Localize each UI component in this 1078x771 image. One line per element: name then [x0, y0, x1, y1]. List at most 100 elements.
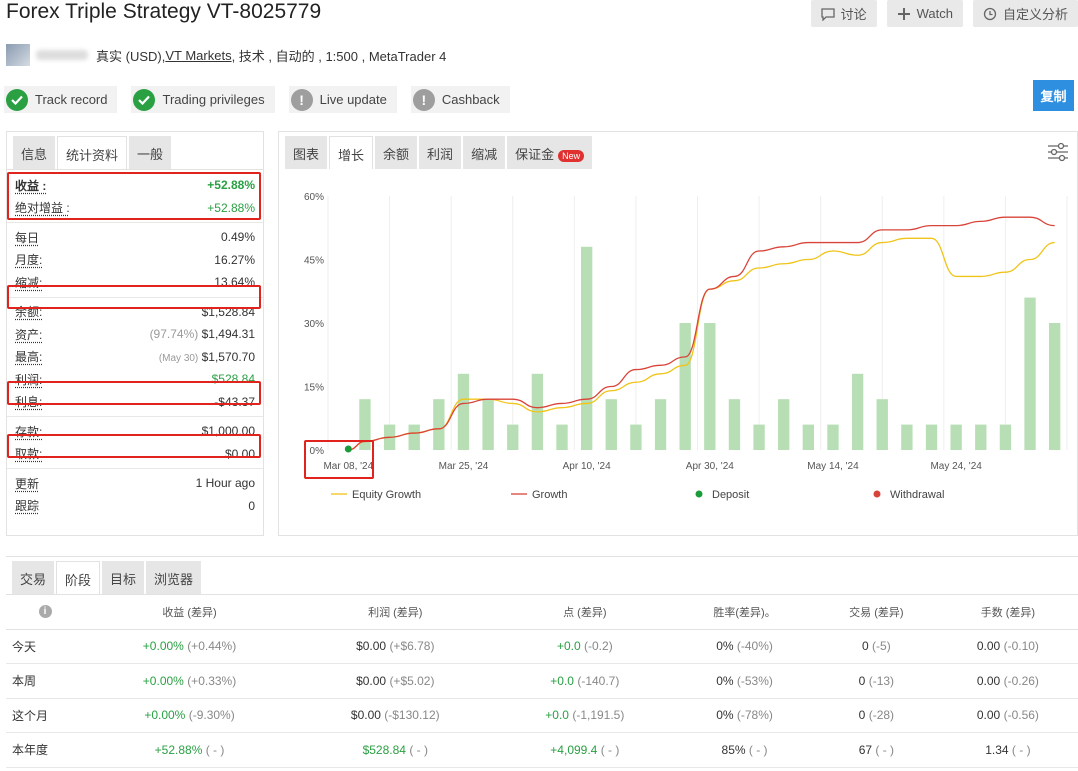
- badge-label: Live update: [319, 92, 387, 107]
- broker-link[interactable]: VT Markets: [165, 48, 231, 63]
- highlight-profit: [7, 381, 261, 405]
- badge-cashback: ! Cashback: [410, 86, 510, 113]
- stat-monthly: 月度: 16.27%: [15, 252, 255, 268]
- tab-browser[interactable]: 浏览器: [146, 561, 202, 594]
- cell-value: 0: [858, 708, 866, 723]
- bar: [778, 399, 790, 450]
- watch-button[interactable]: Watch: [886, 0, 963, 27]
- chart-tabs: 图表 增长 余额 利润 缩减 保证金 New: [279, 132, 1077, 170]
- table-cell: 0% (-40%): [674, 629, 815, 664]
- x-tick-label: Apr 10, '24: [563, 461, 611, 472]
- highlight-gain: [7, 172, 261, 220]
- x-tick-label: Mar 25, '24: [439, 461, 489, 472]
- stats-tabs: 信息 统计资料 一般: [7, 132, 263, 170]
- new-badge: New: [558, 150, 585, 162]
- cell-diff: (-78%): [736, 708, 773, 723]
- cell-value: 0.00: [976, 639, 1001, 654]
- stat-equity: 资产: (97.74%) $1,494.31: [15, 327, 255, 342]
- cell-diff: ( - ): [748, 742, 768, 757]
- legend-label: Deposit: [712, 489, 749, 501]
- tab-goals[interactable]: 目标: [102, 561, 145, 594]
- tab-growth[interactable]: 增长: [329, 136, 374, 169]
- highlight-start-date: [304, 440, 374, 479]
- cell-value: $0.00: [356, 673, 387, 688]
- tab-general[interactable]: 一般: [129, 136, 172, 169]
- cell-diff: (-1,191.5): [572, 708, 625, 723]
- badge-label: Trading privileges: [162, 92, 265, 107]
- cell-value: 1.34: [985, 742, 1009, 757]
- cell-diff: (-53%): [736, 673, 773, 688]
- check-icon: [133, 88, 156, 111]
- tab-profit[interactable]: 利润: [419, 136, 462, 169]
- cell-diff: (-9.30%): [188, 708, 235, 723]
- col-gain: 收益 (差异): [84, 595, 296, 630]
- bar: [704, 323, 716, 450]
- badge-label: Track record: [35, 92, 108, 107]
- blurred-username: [36, 50, 88, 60]
- cell-diff: (-40%): [736, 639, 773, 654]
- cell-diff: ( - ): [409, 742, 428, 757]
- table-cell: +0.00% (+0.33%): [84, 663, 296, 699]
- bar: [507, 424, 519, 450]
- table-cell: +0.0 (-140.7): [495, 663, 675, 699]
- cell-diff: (-0.10): [1003, 639, 1039, 654]
- cell-value: +0.0: [556, 639, 581, 654]
- cell-diff: (-0.2): [584, 639, 613, 654]
- bar: [408, 424, 420, 450]
- cell-diff: ( - ): [600, 742, 620, 757]
- bar: [1024, 297, 1036, 450]
- tab-info[interactable]: 信息: [13, 136, 56, 169]
- discuss-button[interactable]: 讨论: [810, 0, 877, 27]
- tab-trades[interactable]: 交易: [12, 561, 55, 594]
- account-type: 真实 (USD),: [96, 48, 166, 64]
- table-cell: 85% ( - ): [674, 732, 815, 768]
- cell-value: $0.00: [356, 639, 387, 654]
- badge-track-record: Track record: [4, 86, 118, 113]
- discuss-label: 讨论: [840, 7, 867, 22]
- tab-balance[interactable]: 余额: [375, 136, 418, 169]
- tab-periods[interactable]: 阶段: [56, 561, 101, 594]
- tab-statistics[interactable]: 统计资料: [57, 136, 128, 169]
- cell-value: 0.00: [976, 708, 1001, 723]
- legend-label: Withdrawal: [890, 489, 944, 501]
- col-winrate: 胜率(差异)。: [674, 595, 815, 630]
- info-icon[interactable]: i: [6, 595, 84, 630]
- tab-drawdown[interactable]: 缩减: [463, 136, 506, 169]
- check-icon: [6, 88, 28, 111]
- bar: [457, 373, 470, 450]
- bar: [1049, 323, 1061, 450]
- bar: [901, 424, 913, 450]
- cell-value: +0.0: [545, 708, 569, 723]
- cell-diff: ( - ): [1011, 742, 1031, 757]
- tab-margin[interactable]: 保证金 New: [507, 136, 593, 169]
- table-cell: 0% (-78%): [674, 698, 815, 733]
- bar: [975, 424, 987, 450]
- stat-daily: 每日 0.49%: [15, 230, 255, 245]
- period-label: 本周: [6, 663, 84, 699]
- cell-value: $528.84: [362, 742, 406, 757]
- bar: [999, 424, 1012, 450]
- highlight-deposits: [7, 434, 261, 458]
- badge-trading-privileges: Trading privileges: [131, 86, 275, 113]
- filter-settings-icon[interactable]: [1047, 142, 1069, 162]
- bar: [654, 399, 667, 450]
- bar: [876, 399, 888, 450]
- tab-chart[interactable]: 图表: [285, 136, 328, 169]
- cell-value: +4,099.4: [550, 742, 598, 757]
- cell-value: 0.00: [976, 673, 1001, 688]
- y-tick-label: 60%: [304, 192, 324, 203]
- cell-diff: (+$5.02): [389, 673, 435, 688]
- highlight-drawdown: [7, 285, 261, 309]
- comment-icon: [820, 7, 835, 21]
- cell-value: +0.00%: [144, 708, 186, 723]
- clock-icon: [983, 7, 997, 20]
- bar: [605, 399, 617, 450]
- badge-live-update: ! Live update: [288, 86, 397, 113]
- custom-analysis-button[interactable]: 自定义分析: [972, 0, 1078, 27]
- bar: [950, 424, 962, 450]
- cell-value: $0.00: [350, 708, 381, 723]
- col-lots: 手数 (差异): [937, 595, 1078, 630]
- y-tick-label: 15%: [304, 383, 324, 394]
- copy-button[interactable]: 复制: [1033, 80, 1074, 111]
- bar: [802, 424, 815, 450]
